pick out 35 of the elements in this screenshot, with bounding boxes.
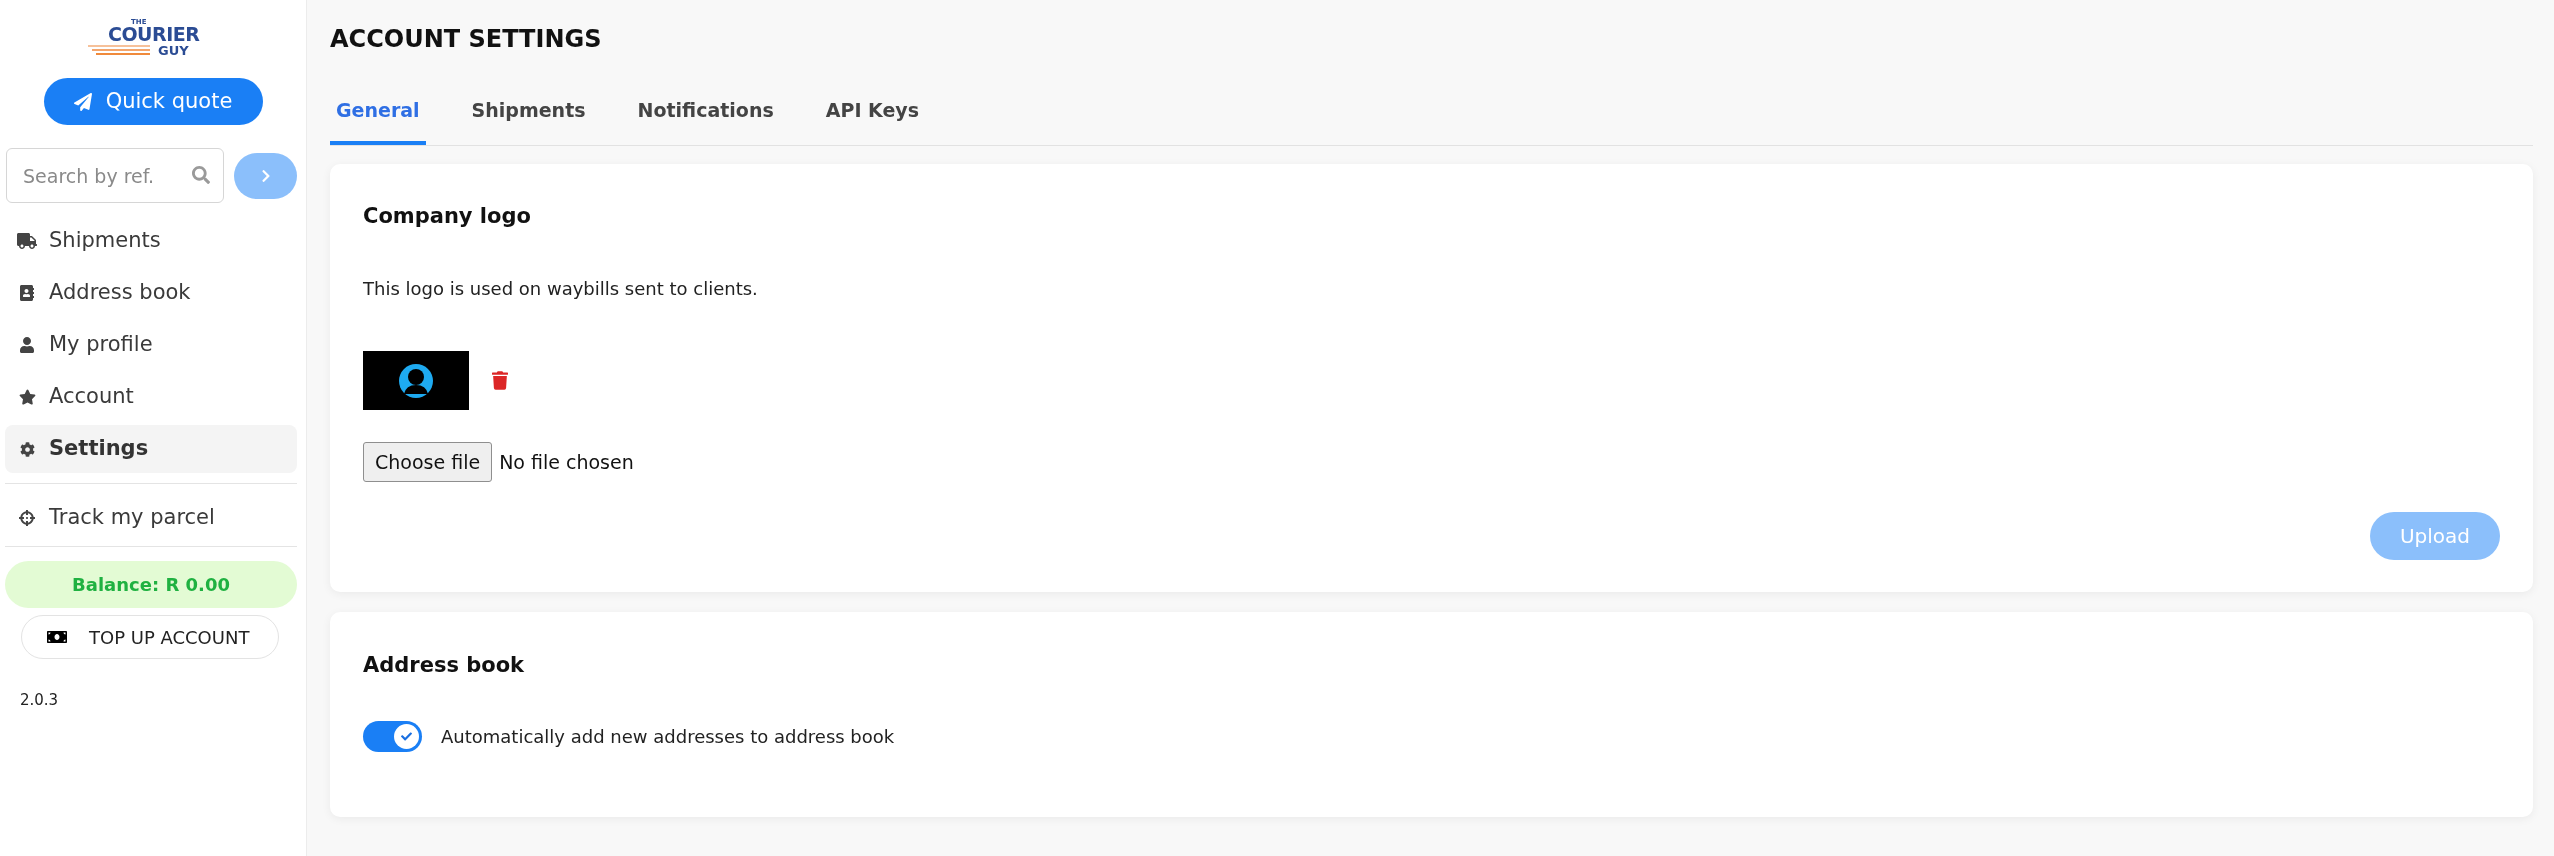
paper-plane-icon bbox=[73, 92, 92, 111]
crosshair-icon bbox=[19, 510, 35, 526]
star-icon bbox=[18, 389, 36, 405]
top-up-button[interactable]: TOP UP ACCOUNT bbox=[21, 615, 279, 659]
version-text: 2.0.3 bbox=[20, 691, 59, 709]
section-title: Company logo bbox=[363, 203, 531, 230]
nav-item[interactable]: Address book bbox=[5, 269, 297, 317]
description-text: This logo is used on waybills sent to clients. bbox=[363, 277, 758, 301]
tab[interactable]: General bbox=[330, 87, 426, 145]
chevron-right-icon bbox=[259, 168, 272, 183]
tab[interactable]: Shipments bbox=[465, 87, 592, 145]
tab[interactable]: API Keys bbox=[819, 87, 926, 145]
quick-quote-button[interactable]: Quick quote bbox=[43, 78, 263, 125]
file-status-text: No file chosen bbox=[499, 449, 634, 475]
nav-item[interactable]: My profile bbox=[5, 321, 297, 369]
truck-icon bbox=[17, 233, 37, 249]
tab[interactable]: Notifications bbox=[631, 87, 780, 145]
gear-icon bbox=[19, 441, 35, 457]
balance-indicator: Balance: R 0.00 bbox=[5, 561, 297, 608]
banknote-icon bbox=[46, 629, 68, 645]
search-icon bbox=[192, 166, 210, 184]
toggle-switch[interactable] bbox=[363, 721, 422, 752]
trash-icon[interactable] bbox=[492, 371, 508, 390]
search-field[interactable]: Search by ref. bbox=[6, 148, 224, 203]
user-icon bbox=[20, 337, 34, 353]
page-title: ACCOUNT SETTINGS bbox=[330, 26, 602, 52]
check-icon bbox=[401, 731, 412, 742]
section-title: Address book bbox=[363, 652, 525, 679]
nav-item[interactable]: Account bbox=[5, 373, 297, 421]
toggle-label: Automatically add new addresses to address book bbox=[441, 725, 895, 749]
nav-item[interactable]: Shipments bbox=[5, 217, 297, 265]
choose-file-button[interactable]: Choose file bbox=[363, 442, 493, 482]
nav-item[interactable]: Settings bbox=[5, 425, 297, 473]
nav-item[interactable]: Track my parcel bbox=[5, 494, 297, 542]
address-book-icon bbox=[20, 285, 34, 301]
